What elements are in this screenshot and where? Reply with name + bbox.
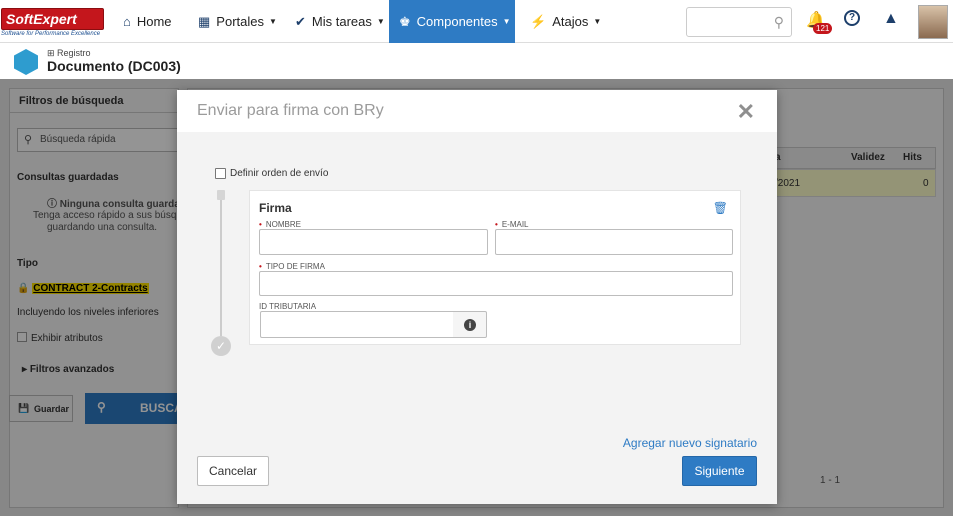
page-title: Documento (DC003) xyxy=(47,58,181,74)
nav-mis-tareas-label: Mis tareas xyxy=(311,14,372,29)
nav-atajos-label: Atajos xyxy=(552,14,589,29)
email-field[interactable] xyxy=(495,229,733,255)
timeline-handle[interactable] xyxy=(217,190,225,200)
logo-tagline: Software for Performance Excellence xyxy=(1,31,101,37)
nav-portales-label: Portales xyxy=(216,14,264,29)
nav-home-label: Home xyxy=(136,14,172,29)
nav-atajos[interactable]: ⚡ Atajos ▼ xyxy=(520,0,611,43)
signature-type-label-text: TIPO DE FIRMA xyxy=(265,262,325,271)
bolt-icon: ⚡ xyxy=(530,13,547,29)
document-icon xyxy=(14,49,38,75)
name-label-text: NOMBRE xyxy=(265,220,301,229)
nav-componentes-label: Componentes xyxy=(416,14,498,29)
chevron-down-icon: ▼ xyxy=(269,17,277,26)
nav-home[interactable]: ⌂ Home xyxy=(113,0,182,43)
tax-id-field[interactable] xyxy=(260,311,454,338)
global-search-input[interactable]: ⚲ xyxy=(686,7,792,37)
trash-icon[interactable]: 🗑 xyxy=(713,201,728,215)
help-icon[interactable]: ? xyxy=(844,10,860,26)
signer-timeline xyxy=(220,196,222,336)
email-label-text: E-MAIL xyxy=(501,220,529,229)
chevron-down-icon: ▼ xyxy=(502,17,511,26)
modal-body: Definir orden de envío ✓ Firma 🗑 • NOMBRE… xyxy=(177,132,777,504)
next-button[interactable]: Siguiente xyxy=(682,456,757,486)
close-icon[interactable]: ✕ xyxy=(737,99,755,125)
signer-card: Firma 🗑 • NOMBRE • E-MAIL • TIPO DE FIRMA I… xyxy=(249,190,741,345)
grid-icon: ▦ xyxy=(198,13,211,29)
top-navigation: SoftExpert Software for Performance Exce… xyxy=(0,0,953,43)
define-order-label: Definir orden de envío xyxy=(230,168,329,179)
search-icon: ⚲ xyxy=(773,14,784,30)
modal-title: Enviar para firma con BRy xyxy=(197,102,384,119)
tax-id-info-button[interactable]: i xyxy=(453,311,487,338)
home-icon: ⌂ xyxy=(123,14,131,29)
modal-header: Enviar para firma con BRy ✕ xyxy=(177,90,777,132)
signature-type-label: • TIPO DE FIRMA xyxy=(259,262,325,271)
cancel-button[interactable]: Cancelar xyxy=(197,456,269,486)
tax-id-label: ID TRIBUTARIA xyxy=(259,302,317,311)
info-icon: i xyxy=(464,319,476,331)
avatar[interactable] xyxy=(918,5,948,39)
name-label: • NOMBRE xyxy=(259,220,301,229)
page-header: ⊞ Registro Documento (DC003) xyxy=(0,44,953,79)
signature-type-field[interactable] xyxy=(259,271,733,296)
checkbox-box xyxy=(215,168,226,179)
add-signer-link[interactable]: Agregar nuevo signatario xyxy=(623,436,757,450)
graduation-cap-icon[interactable]: ▲ xyxy=(883,10,899,28)
check-icon: ✔ xyxy=(295,13,306,29)
logo-wordmark: SoftExpert xyxy=(1,8,104,30)
chevron-down-icon: ▼ xyxy=(593,17,602,26)
trophy-icon: ♚ xyxy=(399,13,411,29)
nav-portales[interactable]: ▦ Portales ▼ xyxy=(188,0,287,43)
name-field[interactable] xyxy=(259,229,488,255)
softexpert-logo[interactable]: SoftExpert Software for Performance Exce… xyxy=(1,8,104,38)
signer-card-title: Firma xyxy=(259,201,292,215)
sign-modal: Enviar para firma con BRy ✕ Definir orde… xyxy=(177,90,777,504)
chevron-down-icon: ▼ xyxy=(376,17,385,26)
check-circle-icon: ✓ xyxy=(211,336,231,356)
email-label: • E-MAIL xyxy=(495,220,529,229)
breadcrumb-label: Registro xyxy=(57,48,91,58)
define-order-checkbox[interactable]: Definir orden de envío xyxy=(215,168,328,179)
nav-componentes[interactable]: ♚ Componentes ▼ xyxy=(389,0,515,43)
nav-mis-tareas[interactable]: ✔ Mis tareas ▼ xyxy=(285,0,395,43)
notification-badge: 121 xyxy=(813,23,833,34)
